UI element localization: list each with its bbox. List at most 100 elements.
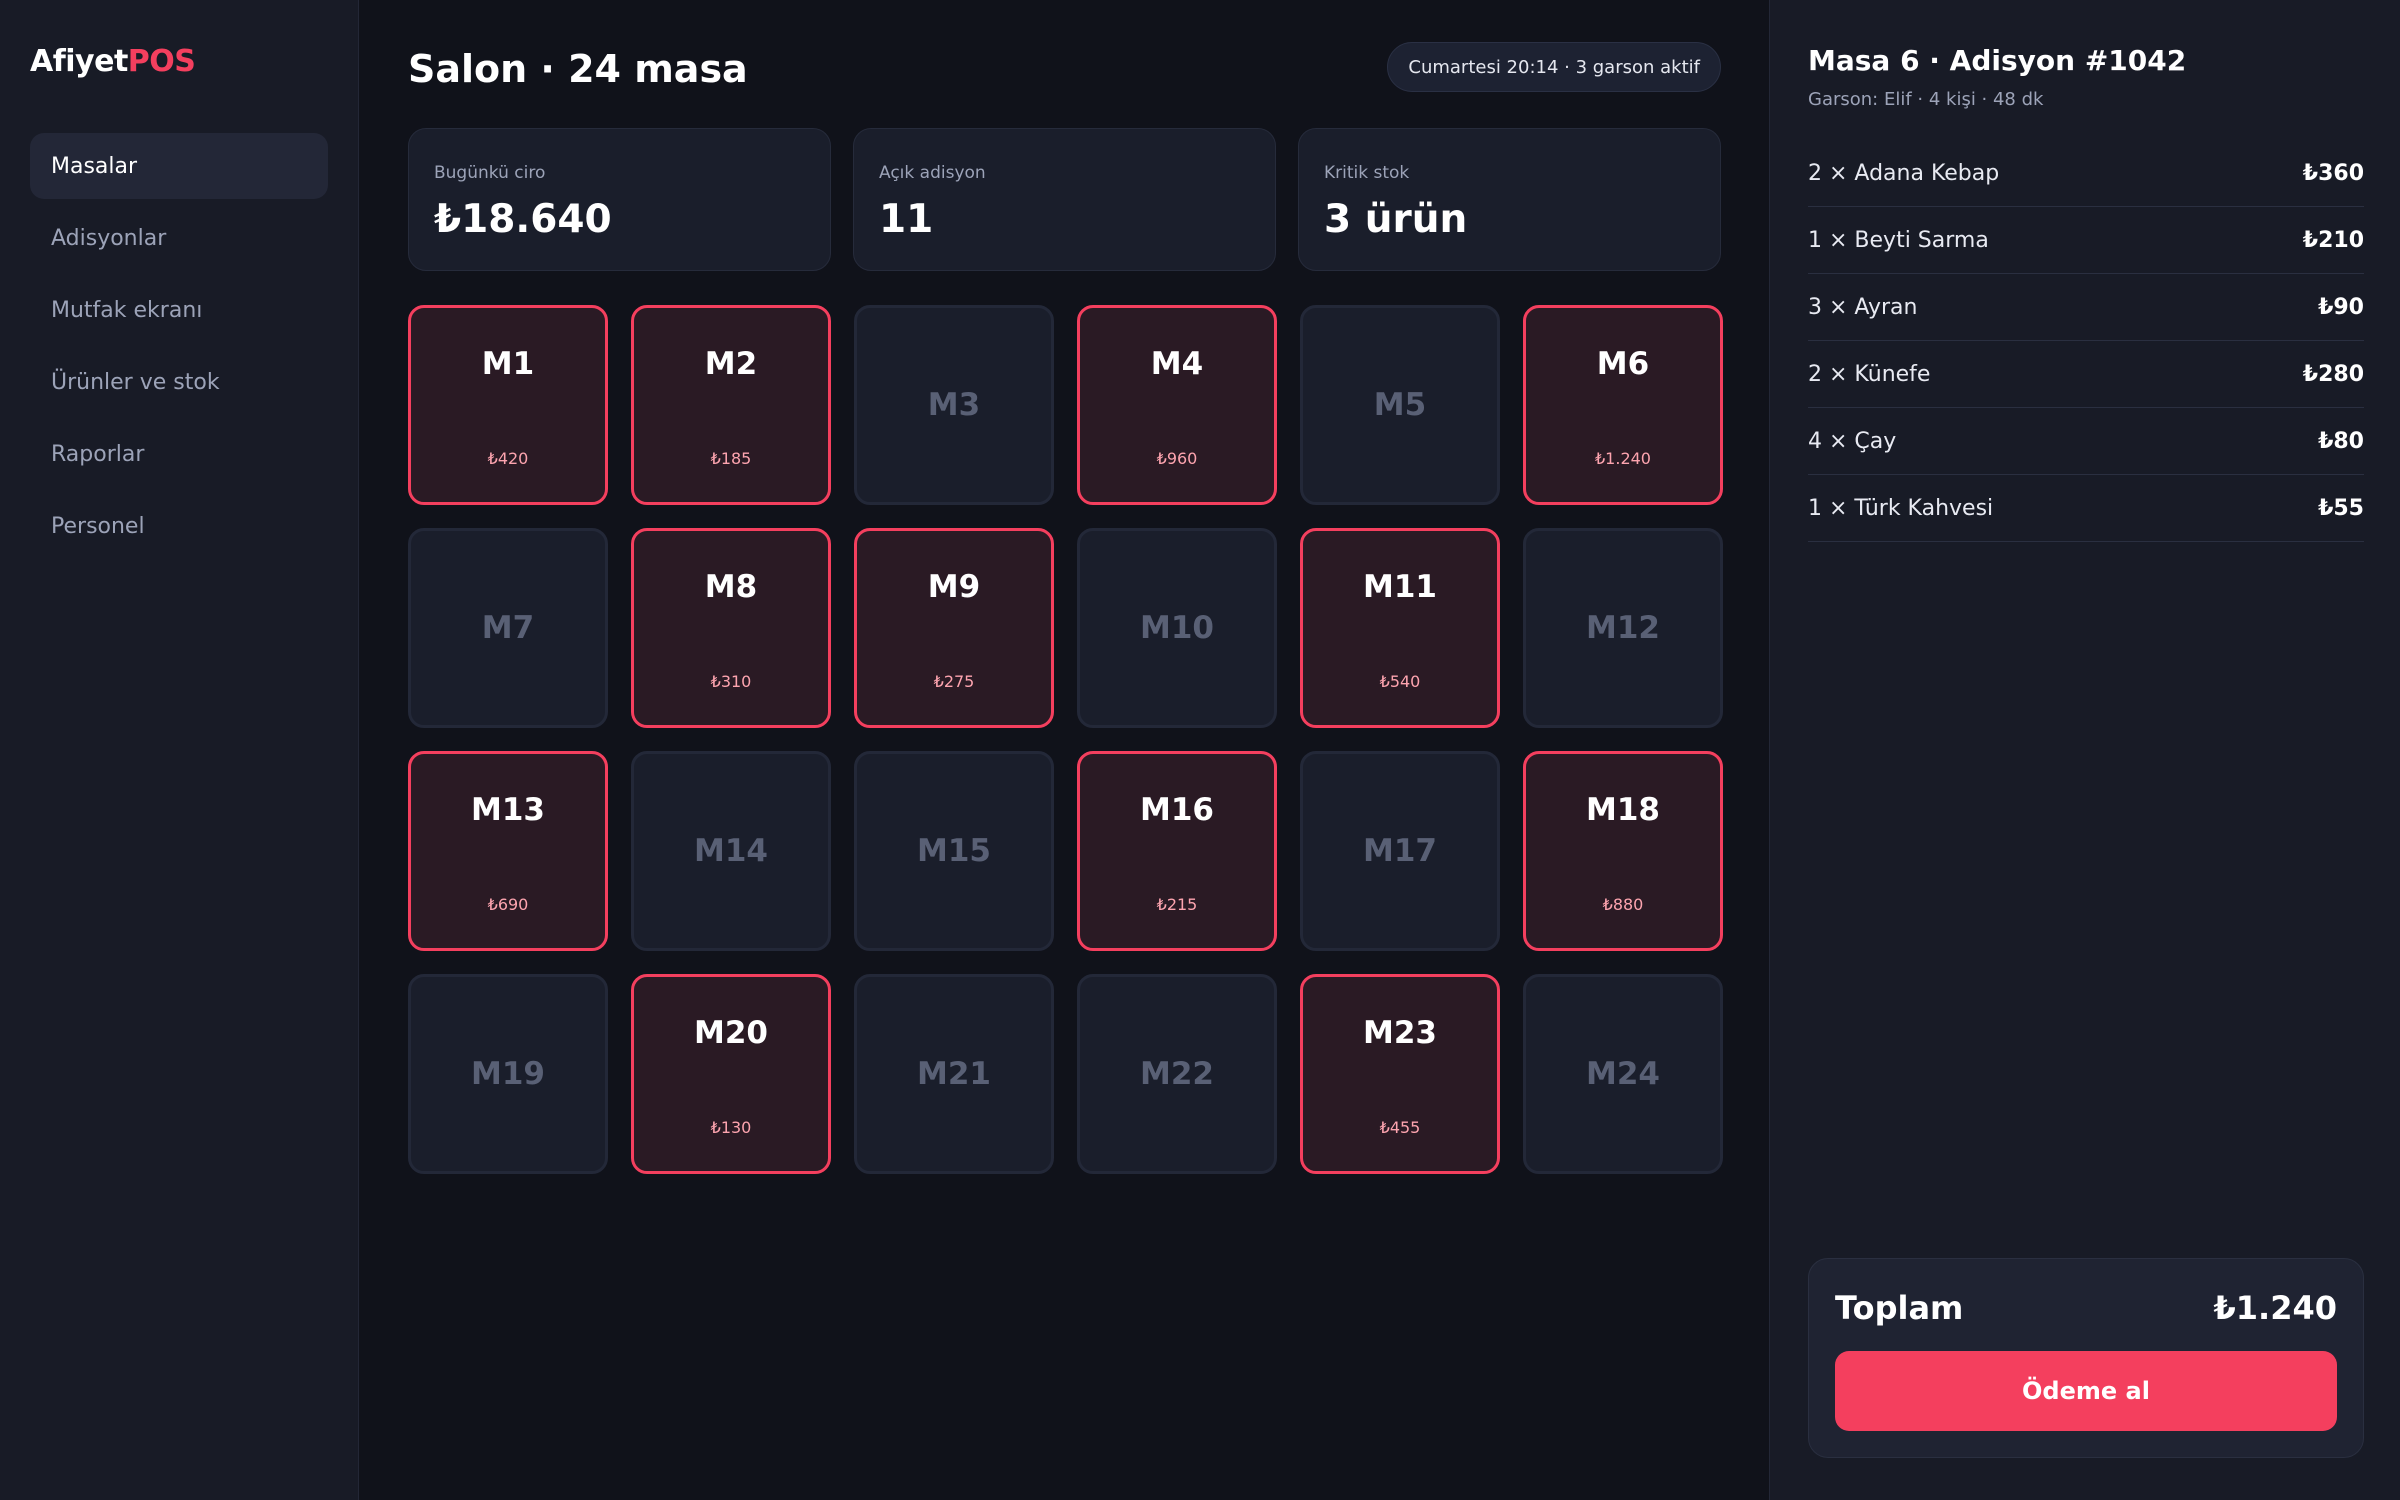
stat-label: Kritik stok bbox=[1324, 163, 1410, 183]
table-tile-m18[interactable]: M18 ₺880 bbox=[1523, 751, 1723, 951]
brand-logo: AfiyetPOS bbox=[30, 44, 196, 79]
order-line-item: 4 × Çay bbox=[1808, 428, 1897, 454]
table-tile-m1[interactable]: M1 ₺420 bbox=[408, 305, 608, 505]
table-name: M19 bbox=[471, 1056, 545, 1092]
table-name: M18 bbox=[1586, 792, 1660, 828]
table-tile-m19[interactable]: M19 bbox=[408, 974, 608, 1174]
order-subtitle: Garson: Elif · 4 kişi · 48 dk bbox=[1808, 89, 2044, 110]
order-panel: Masa 6 · Adisyon #1042 Garson: Elif · 4 … bbox=[1769, 0, 2400, 1500]
table-amount: ₺455 bbox=[1379, 1118, 1421, 1137]
order-line[interactable]: 3 × Ayran ₺90 bbox=[1808, 274, 2364, 341]
order-line[interactable]: 2 × Adana Kebap ₺360 bbox=[1808, 140, 2364, 207]
sidebar-item-raporlar[interactable]: Raporlar bbox=[30, 421, 328, 487]
table-amount: ₺690 bbox=[487, 895, 529, 914]
table-name: M17 bbox=[1363, 833, 1437, 869]
order-line-price: ₺280 bbox=[2302, 361, 2364, 387]
table-tile-m12[interactable]: M12 bbox=[1523, 528, 1723, 728]
table-amount: ₺215 bbox=[1156, 895, 1198, 914]
table-tile-m23[interactable]: M23 ₺455 bbox=[1300, 974, 1500, 1174]
table-amount: ₺540 bbox=[1379, 672, 1421, 691]
table-name: M14 bbox=[694, 833, 768, 869]
order-line-item: 2 × Adana Kebap bbox=[1808, 160, 2000, 186]
brand-accent: POS bbox=[127, 44, 196, 79]
table-name: M4 bbox=[1150, 346, 1204, 382]
order-line-price: ₺80 bbox=[2318, 428, 2364, 454]
order-line-price: ₺360 bbox=[2302, 160, 2364, 186]
total-value: ₺1.240 bbox=[2213, 1289, 2337, 1327]
table-amount: ₺880 bbox=[1602, 895, 1644, 914]
table-tile-m9[interactable]: M9 ₺275 bbox=[854, 528, 1054, 728]
sidebar-item-personel[interactable]: Personel bbox=[30, 493, 328, 559]
table-amount: ₺130 bbox=[710, 1118, 752, 1137]
table-name: M10 bbox=[1140, 610, 1214, 646]
table-tile-m8[interactable]: M8 ₺310 bbox=[631, 528, 831, 728]
order-line[interactable]: 1 × Beyti Sarma ₺210 bbox=[1808, 207, 2364, 274]
table-tile-m22[interactable]: M22 bbox=[1077, 974, 1277, 1174]
sidebar-item-urunler-ve-stok[interactable]: Ürünler ve stok bbox=[30, 349, 328, 415]
total-label: Toplam bbox=[1835, 1289, 1964, 1327]
table-tile-m13[interactable]: M13 ₺690 bbox=[408, 751, 608, 951]
order-line[interactable]: 4 × Çay ₺80 bbox=[1808, 408, 2364, 475]
order-line-item: 3 × Ayran bbox=[1808, 294, 1918, 320]
table-name: M12 bbox=[1586, 610, 1660, 646]
table-tile-m16[interactable]: M16 ₺215 bbox=[1077, 751, 1277, 951]
table-tile-m3[interactable]: M3 bbox=[854, 305, 1054, 505]
stat-value: 11 bbox=[879, 197, 934, 242]
table-name: M3 bbox=[927, 387, 981, 423]
table-tile-m11[interactable]: M11 ₺540 bbox=[1300, 528, 1500, 728]
stat-card-open-checks: Açık adisyon 11 bbox=[853, 128, 1276, 271]
table-tile-m7[interactable]: M7 bbox=[408, 528, 608, 728]
order-line-price: ₺55 bbox=[2318, 495, 2364, 521]
table-tile-m2[interactable]: M2 ₺185 bbox=[631, 305, 831, 505]
sidebar-item-mutfak-ekrani[interactable]: Mutfak ekranı bbox=[30, 277, 328, 343]
table-tile-m17[interactable]: M17 bbox=[1300, 751, 1500, 951]
order-line-item: 1 × Türk Kahvesi bbox=[1808, 495, 1994, 521]
pay-button[interactable]: Ödeme al bbox=[1835, 1351, 2337, 1431]
order-line[interactable]: 1 × Türk Kahvesi ₺55 bbox=[1808, 475, 2364, 542]
total-box: Toplam ₺1.240 Ödeme al bbox=[1808, 1258, 2364, 1458]
main-area: Salon · 24 masa Cumartesi 20:14 · 3 gars… bbox=[360, 0, 1769, 1500]
sidebar-item-adisyonlar[interactable]: Adisyonlar bbox=[30, 205, 328, 271]
table-tile-m15[interactable]: M15 bbox=[854, 751, 1054, 951]
table-tile-m14[interactable]: M14 bbox=[631, 751, 831, 951]
brand-name: Afiyet bbox=[30, 44, 128, 79]
table-tile-m10[interactable]: M10 bbox=[1077, 528, 1277, 728]
order-list: 2 × Adana Kebap ₺360 1 × Beyti Sarma ₺210 3 … bbox=[1808, 140, 2364, 542]
order-line[interactable]: 2 × Künefe ₺280 bbox=[1808, 341, 2364, 408]
table-tile-m24[interactable]: M24 bbox=[1523, 974, 1723, 1174]
stats-row: Bugünkü ciro ₺18.640 Açık adisyon 11 Kri… bbox=[408, 128, 1721, 271]
table-name: M1 bbox=[481, 346, 535, 382]
sidebar: AfiyetPOS Masalar Adisyonlar Mutfak ekra… bbox=[0, 0, 359, 1500]
sidebar-item-masalar[interactable]: Masalar bbox=[30, 133, 328, 199]
table-name: M7 bbox=[481, 610, 535, 646]
table-name: M8 bbox=[704, 569, 758, 605]
table-tile-m5[interactable]: M5 bbox=[1300, 305, 1500, 505]
table-name: M6 bbox=[1596, 346, 1650, 382]
stat-value: ₺18.640 bbox=[434, 197, 612, 242]
table-name: M22 bbox=[1140, 1056, 1214, 1092]
table-amount: ₺960 bbox=[1156, 449, 1198, 468]
total-row: Toplam ₺1.240 bbox=[1835, 1289, 2337, 1327]
table-name: M20 bbox=[694, 1015, 768, 1051]
table-tile-m6[interactable]: M6 ₺1.240 bbox=[1523, 305, 1723, 505]
table-name: M11 bbox=[1363, 569, 1437, 605]
table-name: M5 bbox=[1373, 387, 1427, 423]
order-line-item: 1 × Beyti Sarma bbox=[1808, 227, 1989, 253]
sidebar-nav: Masalar Adisyonlar Mutfak ekranı Ürünler… bbox=[30, 133, 328, 565]
table-name: M16 bbox=[1140, 792, 1214, 828]
stat-label: Bugünkü ciro bbox=[434, 163, 546, 183]
stat-value: 3 ürün bbox=[1324, 197, 1468, 242]
order-line-price: ₺210 bbox=[2302, 227, 2364, 253]
order-title: Masa 6 · Adisyon #1042 bbox=[1808, 44, 2187, 77]
table-tile-m4[interactable]: M4 ₺960 bbox=[1077, 305, 1277, 505]
table-amount: ₺310 bbox=[710, 672, 752, 691]
table-tile-m21[interactable]: M21 bbox=[854, 974, 1054, 1174]
table-amount: ₺420 bbox=[487, 449, 529, 468]
table-name: M23 bbox=[1363, 1015, 1437, 1051]
table-tile-m20[interactable]: M20 ₺130 bbox=[631, 974, 831, 1174]
stat-card-critical-stock: Kritik stok 3 ürün bbox=[1298, 128, 1721, 271]
stat-label: Açık adisyon bbox=[879, 163, 986, 183]
table-amount: ₺1.240 bbox=[1595, 449, 1651, 468]
status-badge: Cumartesi 20:14 · 3 garson aktif bbox=[1387, 42, 1721, 92]
table-name: M15 bbox=[917, 833, 991, 869]
